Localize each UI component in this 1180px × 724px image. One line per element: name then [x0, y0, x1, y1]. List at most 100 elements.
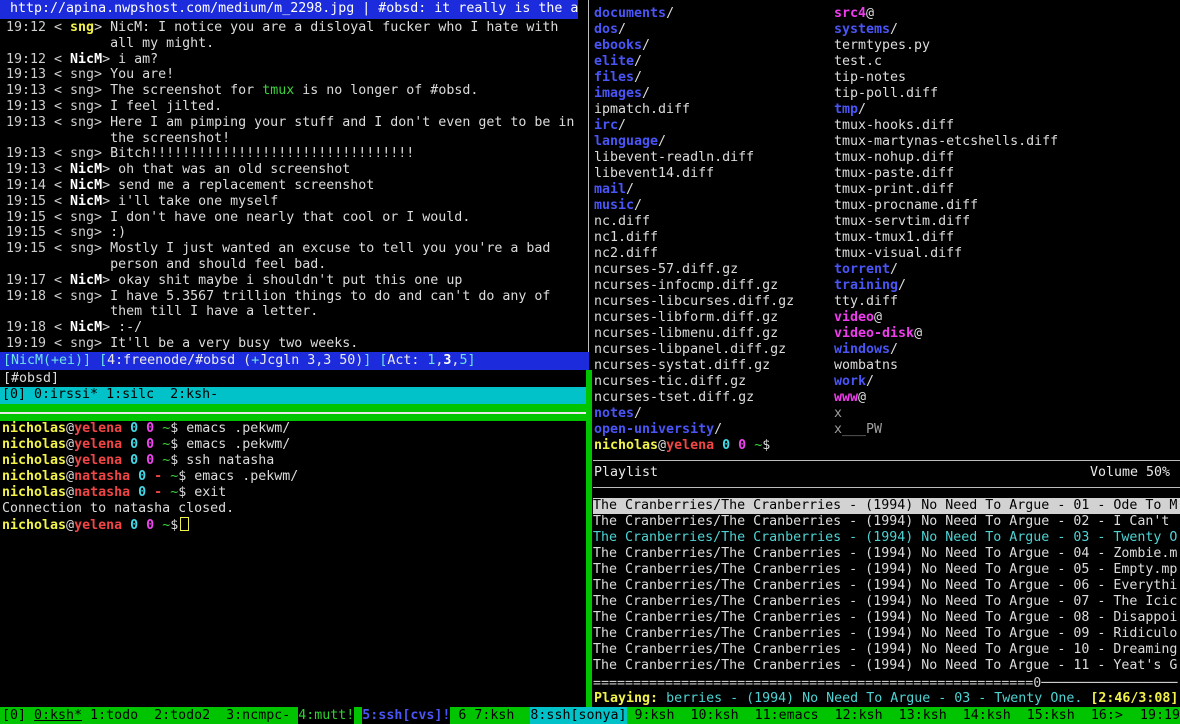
- file-item: ebooks/: [594, 38, 832, 54]
- file-name: tmp: [834, 102, 858, 117]
- file-type-indicator: /: [634, 54, 642, 69]
- player-progress-bar[interactable]: ========================================…: [593, 676, 1180, 692]
- irc-chat-pane[interactable]: 19:12 < sng> NicM: I notice you are a di…: [6, 20, 584, 352]
- shell-pane-right-prompt[interactable]: nicholas@yelena 0 0 ~$: [594, 438, 1174, 454]
- file-name: video: [834, 310, 874, 325]
- file-item: documents/: [594, 6, 832, 22]
- pane-divider-horizontal[interactable]: [0, 414, 586, 421]
- tmux-window-segment[interactable]: 5:ssh[cvs]!: [362, 707, 450, 724]
- file-item: tmp/: [834, 102, 1180, 118]
- text-cursor: [180, 517, 189, 531]
- text-segment: 0: [130, 453, 138, 468]
- file-item: tty.diff: [834, 294, 1180, 310]
- file-name: ncurses-systat.diff.gz: [594, 358, 770, 373]
- text-segment: [130, 485, 138, 500]
- inner-tmux-status-bar[interactable]: [0] 0:irssi* 1:silc 2:ksh-: [0, 387, 586, 404]
- tmux-window-segment[interactable]: [0]: [2, 707, 34, 724]
- text-segment: I have 5.3567 trillion things to do and …: [110, 289, 550, 304]
- text-segment: is no longer of #obsd.: [294, 83, 478, 98]
- file-name: tmux-paste.diff: [834, 166, 954, 181]
- file-name: documents: [594, 6, 666, 21]
- text-segment: You are!: [110, 67, 174, 82]
- playlist-row[interactable]: The Cranberries/The Cranberries - (1994)…: [593, 562, 1180, 578]
- text-segment: @: [66, 421, 74, 436]
- file-item: tip-poll.diff: [834, 86, 1180, 102]
- text-segment: [154, 437, 162, 452]
- player-header-rule: [593, 487, 1180, 488]
- file-type-indicator: /: [634, 406, 642, 421]
- file-item: systems/: [834, 22, 1180, 38]
- file-item: ipmatch.diff: [594, 102, 832, 118]
- text-segment: nicholas: [2, 518, 66, 533]
- pane-border-vertical[interactable]: [588, 0, 589, 352]
- file-name: libevent14.diff: [594, 166, 714, 181]
- file-item: libevent14.diff: [594, 166, 832, 182]
- chat-line: 19:15 < sng> Mostly I just wanted an exc…: [6, 241, 584, 257]
- text-segment: nicholas: [2, 453, 66, 468]
- text-segment: [138, 437, 146, 452]
- file-name: tmux-servtim.diff: [834, 214, 970, 229]
- text-segment: NicM: [70, 273, 102, 288]
- playlist-row[interactable]: The Cranberries/The Cranberries - (1994)…: [593, 626, 1180, 642]
- file-item: ncurses-libpanel.diff.gz: [594, 342, 832, 358]
- text-segment: [NicM(+ei)]: [3, 353, 91, 368]
- playlist-row[interactable]: The Cranberries/The Cranberries - (1994)…: [593, 594, 1180, 610]
- file-item: test.c: [834, 54, 1180, 70]
- text-segment: Connection to natasha closed.: [2, 501, 234, 516]
- text-segment: [91, 353, 99, 368]
- playlist-row[interactable]: The Cranberries/The Cranberries - (1994)…: [593, 642, 1180, 658]
- file-item: tmux-nohup.diff: [834, 150, 1180, 166]
- file-item: video-disk@: [834, 326, 1180, 342]
- tmux-window-segment[interactable]: 9:ksh 10:ksh 11:emacs 12:ksh 13:ksh 14:k…: [627, 707, 1131, 724]
- text-segment: @: [66, 518, 74, 533]
- text-segment: 19:12 <: [6, 20, 70, 35]
- player-top-rule: [593, 460, 1180, 461]
- file-name: windows: [834, 342, 890, 357]
- file-type-indicator: /: [658, 134, 666, 149]
- text-segment: [162, 485, 170, 500]
- pane-divider-horizontal[interactable]: [0, 404, 586, 412]
- text-segment: Mostly I just wanted an excuse to tell y…: [110, 241, 550, 256]
- chat-line: 19:13 < sng> I feel jilted.: [6, 99, 584, 115]
- tmux-window-segment[interactable]: 4:mutt!: [298, 707, 354, 724]
- playlist-row[interactable]: The Cranberries/The Cranberries - (1994)…: [593, 610, 1180, 626]
- text-segment: 0: [146, 437, 154, 452]
- shell-pane-left[interactable]: nicholas@yelena 0 0 ~$ emacs .pekwm/nich…: [2, 421, 584, 533]
- cmus-player-pane[interactable]: Playlist Volume 50% The Cranberries/The …: [593, 460, 1180, 707]
- playlist-row[interactable]: The Cranberries/The Cranberries - (1994)…: [593, 546, 1180, 562]
- now-playing-line: Playing: berries - (1994) No Need To Arg…: [594, 691, 1180, 707]
- playlist-row[interactable]: The Cranberries/The Cranberries - (1994)…: [593, 530, 1180, 546]
- playlist-row[interactable]: The Cranberries/The Cranberries - (1994)…: [593, 578, 1180, 594]
- file-name: src4: [834, 6, 866, 21]
- text-segment: 19:18 <: [6, 320, 70, 335]
- file-item: elite/: [594, 54, 832, 70]
- tmux-window-segment[interactable]: [354, 707, 362, 724]
- file-item: tmux-print.diff: [834, 182, 1180, 198]
- file-name: tmux-martynas-etcshells.diff: [834, 134, 1058, 149]
- playlist-row[interactable]: The Cranberries/The Cranberries - (1994)…: [593, 514, 1180, 530]
- text-segment: yelena: [74, 421, 122, 436]
- tmux-window-segment[interactable]: 1:todo 2:todo2 3:ncmpc-: [82, 707, 298, 724]
- irssi-input-line[interactable]: [#obsd]: [3, 371, 59, 387]
- file-item: tmux-hooks.diff: [834, 118, 1180, 134]
- shell-line: nicholas@yelena 0 0 ~$ emacs .pekwm/: [2, 437, 584, 453]
- text-segment: 19:14 <: [6, 178, 70, 193]
- playlist-row[interactable]: The Cranberries/The Cranberries - (1994)…: [593, 498, 1180, 514]
- text-segment: $: [170, 437, 186, 452]
- text-segment: It'll be a very busy two weeks.: [110, 336, 358, 351]
- shell-line: nicholas@natasha 0 - ~$ emacs .pekwm/: [2, 469, 584, 485]
- shell-line: nicholas@yelena 0 0 ~$: [2, 517, 584, 533]
- file-name: dos: [594, 22, 618, 37]
- chat-line: 19:19 < sng> It'll be a very busy two we…: [6, 336, 584, 352]
- tmux-status-bar[interactable]: [0] 0:ksh* 1:todo 2:todo2 3:ncmpc- 4:mut…: [0, 707, 1180, 724]
- tmux-window-segment[interactable]: 0:ksh*: [34, 707, 82, 724]
- tmux-window-segment[interactable]: 8:ssh[sonya]: [530, 707, 626, 724]
- text-segment: 0: [146, 421, 154, 436]
- playlist-row[interactable]: The Cranberries/The Cranberries - (1994)…: [593, 658, 1180, 674]
- text-segment: $: [170, 518, 178, 533]
- file-type-indicator: /: [890, 262, 898, 277]
- text-segment: NicM: [70, 162, 102, 177]
- file-name: www: [834, 390, 858, 405]
- tmux-window-segment[interactable]: 6 7:ksh: [450, 707, 530, 724]
- pane-border-vertical-active[interactable]: [586, 370, 592, 707]
